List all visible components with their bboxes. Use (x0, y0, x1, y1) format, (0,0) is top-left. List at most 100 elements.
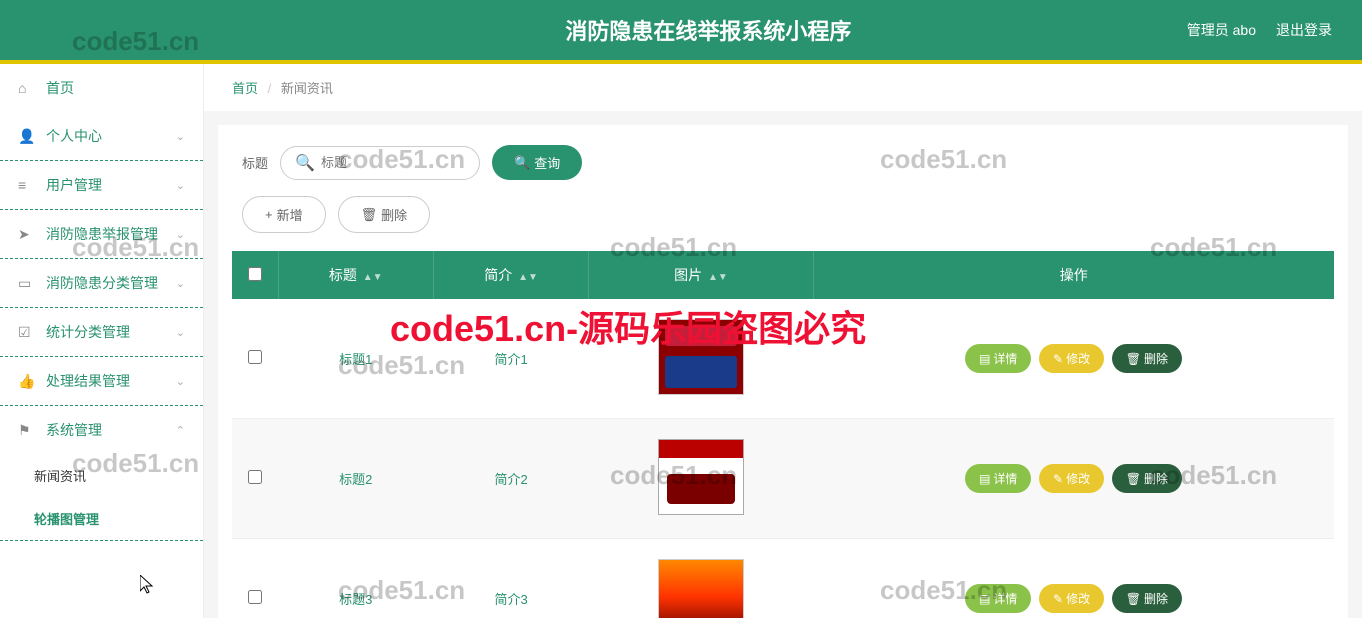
header-intro[interactable]: 简介 ▲▼ (433, 251, 588, 299)
edit-icon: ✎ (1053, 592, 1063, 606)
row-checkbox[interactable] (248, 350, 262, 364)
sidebar-sub-news[interactable]: 新闻资讯 (0, 454, 203, 497)
sidebar-item-profile[interactable]: 👤 个人中心 ⌄ (0, 112, 203, 161)
action-row: + 新增 🗑 删除 (232, 196, 1334, 233)
detail-button[interactable]: ▤ 详情 (965, 464, 1031, 493)
detail-button[interactable]: ▤ 详情 (965, 584, 1031, 613)
search-icon: 🔍 (295, 153, 315, 173)
home-icon: ⌂ (18, 80, 36, 96)
sidebar-label: 消防隐患分类管理 (46, 273, 176, 293)
trash-icon: 🗑 (1126, 472, 1141, 486)
logout-link[interactable]: 退出登录 (1276, 20, 1332, 40)
sidebar-label: 系统管理 (46, 420, 176, 440)
breadcrumb-home[interactable]: 首页 (232, 81, 258, 96)
add-button[interactable]: + 新增 (242, 196, 326, 233)
chevron-down-icon: ⌄ (176, 326, 185, 339)
plus-icon: + (265, 207, 273, 222)
cell-ops: ▤ 详情 ✎ 修改 🗑 删除 (813, 299, 1334, 419)
edit-icon: ✎ (1053, 352, 1063, 366)
list-icon: ≡ (18, 177, 36, 193)
breadcrumb-sep: / (268, 81, 272, 96)
thumbnail-image[interactable] (658, 439, 744, 515)
sidebar-label: 首页 (46, 78, 185, 98)
header-image[interactable]: 图片 ▲▼ (589, 251, 813, 299)
table-row: 标题3 简介3 ▤ 详情 ✎ 修改 🗑 删除 (232, 539, 1334, 618)
search-label: 标题 (242, 153, 268, 172)
sort-icon: ▲▼ (518, 275, 538, 281)
row-checkbox[interactable] (248, 470, 262, 484)
row-delete-button[interactable]: 🗑 删除 (1112, 344, 1182, 373)
cell-image (589, 419, 813, 539)
doc-icon: ▤ (979, 472, 990, 486)
cell-intro: 简介2 (433, 419, 588, 539)
detail-button[interactable]: ▤ 详情 (965, 344, 1031, 373)
trash-icon: 🗑 (1126, 592, 1141, 606)
sidebar-label: 处理结果管理 (46, 371, 176, 391)
trash-icon: 🗑 (1126, 352, 1141, 366)
breadcrumb: 首页 / 新闻资讯 (204, 64, 1362, 111)
row-delete-button[interactable]: 🗑 删除 (1112, 464, 1182, 493)
add-label: 新增 (277, 205, 303, 224)
chevron-down-icon: ⌄ (176, 277, 185, 290)
sidebar-item-stats[interactable]: ☑ 统计分类管理 ⌄ (0, 308, 203, 357)
edit-button[interactable]: ✎ 修改 (1039, 464, 1104, 493)
app-title: 消防隐患在线举报系统小程序 (230, 14, 1187, 46)
sidebar-item-users[interactable]: ≡ 用户管理 ⌄ (0, 161, 203, 210)
sidebar-label: 用户管理 (46, 175, 176, 195)
sort-icon: ▲▼ (708, 275, 728, 281)
book-icon: ▭ (18, 275, 36, 292)
sidebar-item-system[interactable]: ⚑ 系统管理 ⌃ (0, 406, 203, 454)
sort-icon: ▲▼ (363, 275, 383, 281)
search-button[interactable]: 🔍 查询 (492, 145, 582, 180)
thumb-icon: 👍 (18, 373, 36, 390)
header-check (232, 251, 278, 299)
row-checkbox[interactable] (248, 590, 262, 604)
admin-label[interactable]: 管理员 abo (1187, 20, 1256, 40)
row-delete-button[interactable]: 🗑 删除 (1112, 584, 1182, 613)
delete-label: 删除 (381, 205, 407, 224)
header-right: 管理员 abo 退出登录 (1187, 20, 1332, 40)
thumbnail-image[interactable] (658, 319, 744, 395)
edit-button[interactable]: ✎ 修改 (1039, 344, 1104, 373)
cell-intro: 简介3 (433, 539, 588, 618)
doc-icon: ▤ (979, 592, 990, 606)
sidebar-item-report[interactable]: ➤ 消防隐患举报管理 ⌄ (0, 210, 203, 259)
search-icon: 🔍 (514, 155, 530, 171)
cell-image (589, 539, 813, 618)
search-input-wrap[interactable]: 🔍 (280, 146, 480, 180)
edit-button[interactable]: ✎ 修改 (1039, 584, 1104, 613)
chevron-down-icon: ⌄ (176, 228, 185, 241)
delete-button[interactable]: 🗑 删除 (338, 196, 431, 233)
sidebar-item-category[interactable]: ▭ 消防隐患分类管理 ⌄ (0, 259, 203, 308)
flag-icon: ⚑ (18, 422, 36, 439)
chevron-down-icon: ⌄ (176, 179, 185, 192)
app-header: 消防隐患在线举报系统小程序 管理员 abo 退出登录 (0, 0, 1362, 60)
search-row: 标题 🔍 🔍 查询 (232, 145, 1334, 180)
search-input[interactable] (321, 155, 465, 170)
table-row: 标题1 简介1 ▤ 详情 ✎ 修改 🗑 删除 (232, 299, 1334, 419)
sidebar-label: 统计分类管理 (46, 322, 176, 342)
cell-title: 标题2 (278, 419, 433, 539)
thumbnail-image[interactable] (658, 559, 744, 618)
send-icon: ➤ (18, 226, 36, 243)
sidebar: ⌂ 首页 👤 个人中心 ⌄ ≡ 用户管理 ⌄ ➤ 消防隐患举报管理 ⌄ ▭ 消防… (0, 64, 204, 618)
sidebar-label: 消防隐患举报管理 (46, 224, 176, 244)
cell-ops: ▤ 详情 ✎ 修改 🗑 删除 (813, 419, 1334, 539)
header-title[interactable]: 标题 ▲▼ (278, 251, 433, 299)
cell-image (589, 299, 813, 419)
trash-icon: 🗑 (361, 207, 378, 223)
sidebar-label: 个人中心 (46, 126, 176, 146)
sidebar-item-home[interactable]: ⌂ 首页 (0, 64, 203, 112)
sidebar-item-result[interactable]: 👍 处理结果管理 ⌄ (0, 357, 203, 406)
data-table: 标题 ▲▼ 简介 ▲▼ 图片 ▲▼ 操作 (232, 251, 1334, 618)
cell-ops: ▤ 详情 ✎ 修改 🗑 删除 (813, 539, 1334, 618)
main-content: 首页 / 新闻资讯 标题 🔍 🔍 查询 + 新增 (204, 64, 1362, 618)
select-all-checkbox[interactable] (248, 267, 262, 281)
cell-intro: 简介1 (433, 299, 588, 419)
header-ops: 操作 (813, 251, 1334, 299)
table-row: 标题2 简介2 ▤ 详情 ✎ 修改 🗑 删除 (232, 419, 1334, 539)
chevron-up-icon: ⌃ (176, 424, 185, 437)
sidebar-sub-carousel[interactable]: 轮播图管理 (0, 497, 203, 541)
check-icon: ☑ (18, 324, 36, 341)
search-btn-label: 查询 (534, 153, 560, 172)
